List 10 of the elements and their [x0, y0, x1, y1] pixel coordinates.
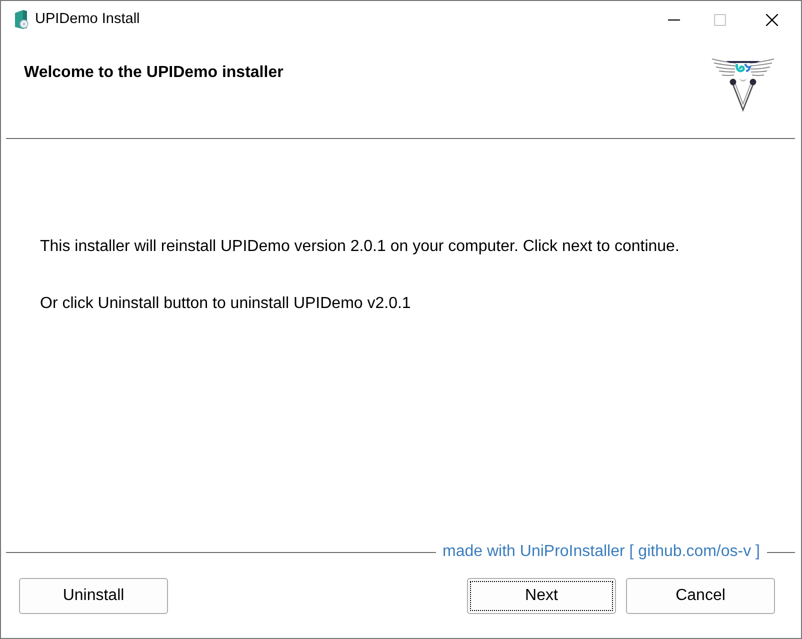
- body-text: Or click Uninstall button to uninstall UPIDemo v2.0.1: [40, 294, 412, 314]
- body-text: This installer will reinstall UPIDemo version 2.0.1 on your computer. Click next to continue.: [40, 237, 680, 257]
- close-icon[interactable]: [766, 14, 778, 26]
- wizard-button[interactable]: Cancel: [626, 578, 775, 614]
- wizard-button[interactable]: Next: [467, 578, 616, 614]
- credit-link[interactable]: made with UniProInstaller [ github.com/os-v ]: [436, 542, 767, 562]
- window-title: UPIDemo Install: [35, 10, 140, 29]
- installer-heading: Welcome to the UPIDemo installer: [24, 63, 284, 83]
- app-icon: [14, 10, 29, 29]
- wizard-button[interactable]: Uninstall: [19, 578, 168, 614]
